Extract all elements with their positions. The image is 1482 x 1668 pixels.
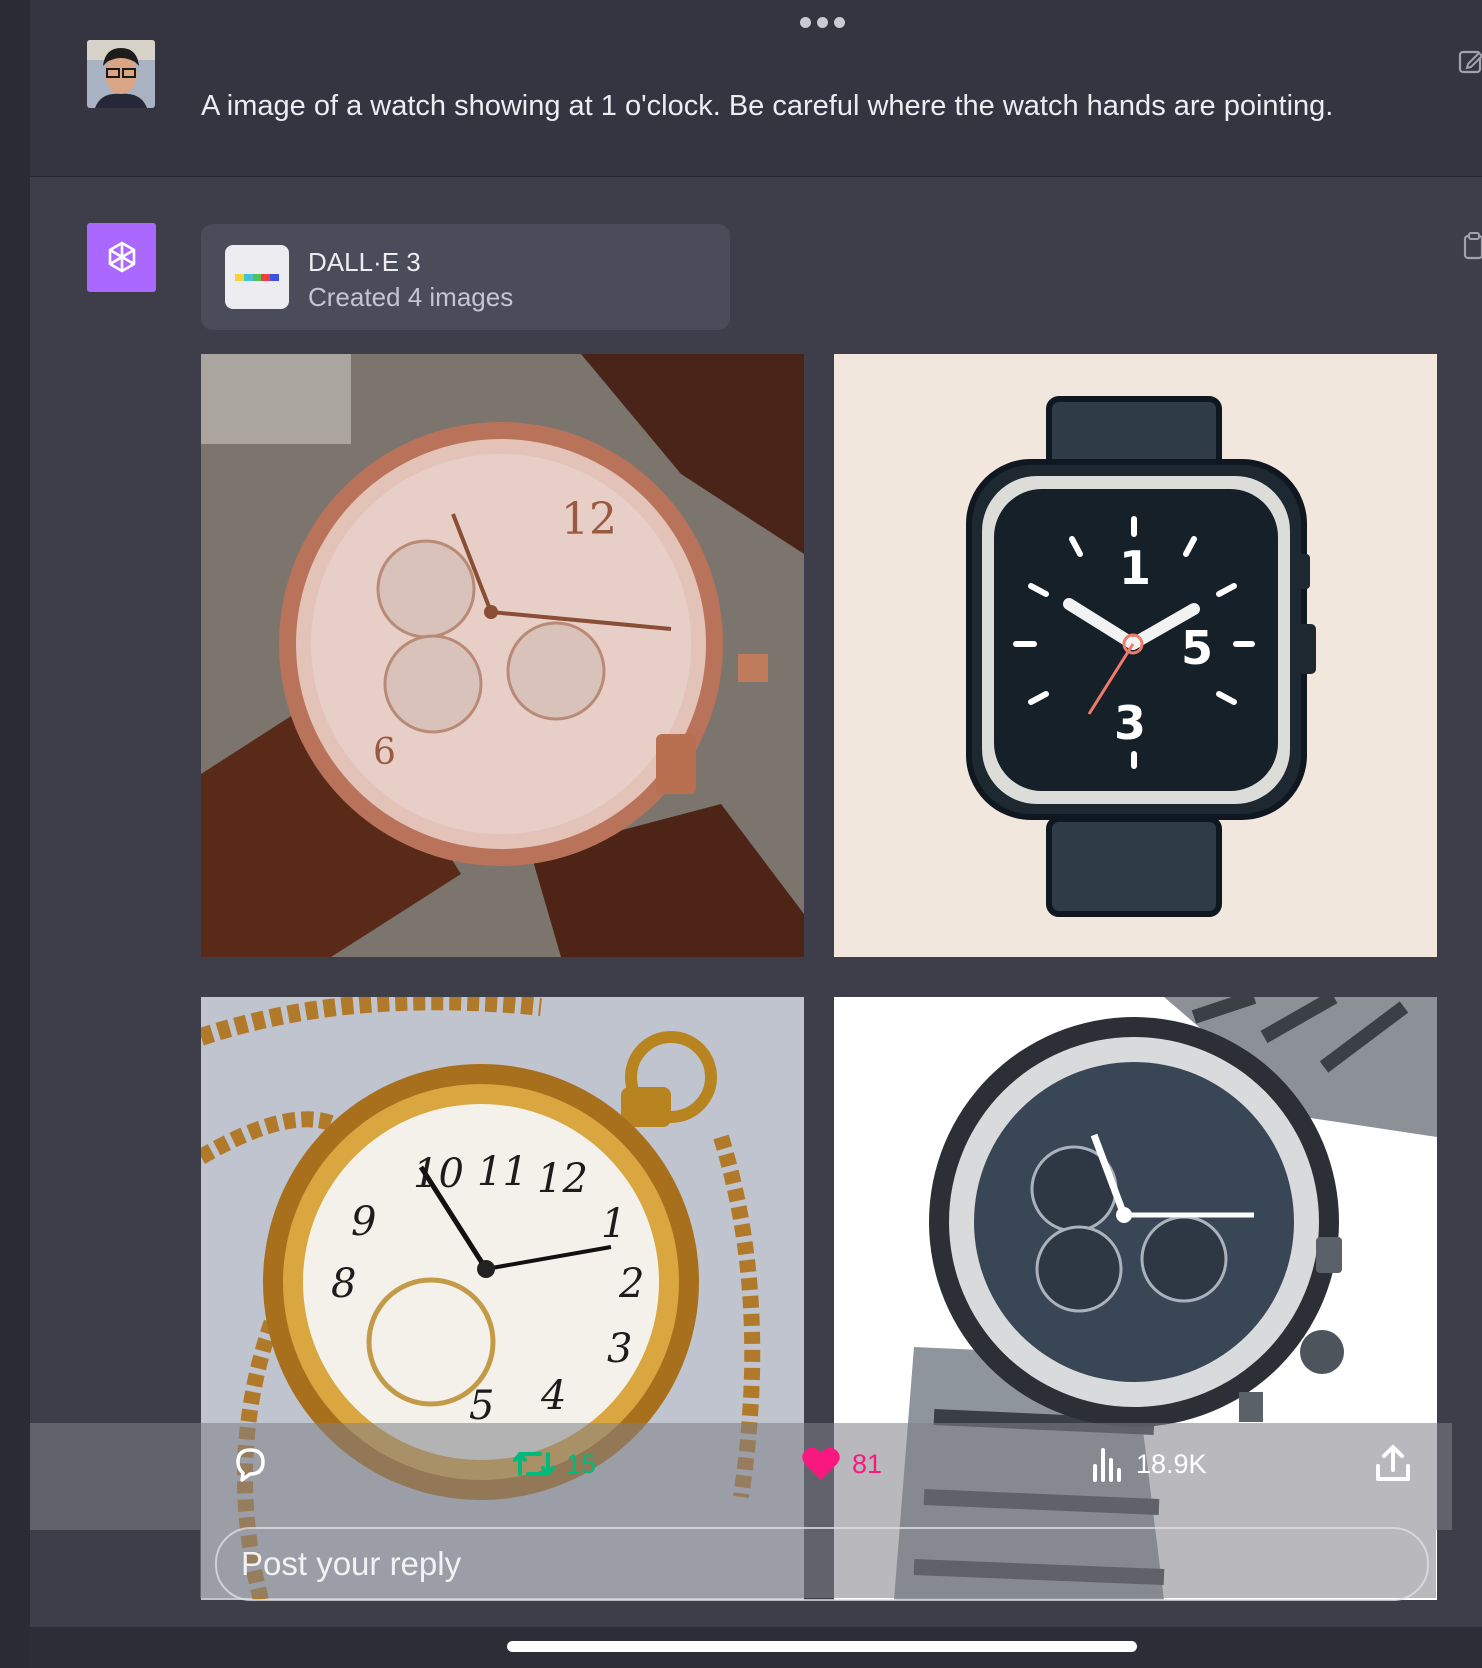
share-button[interactable]: [1374, 1444, 1412, 1484]
retweet-icon: [513, 1452, 555, 1476]
reply-placeholder: Post your reply: [241, 1545, 462, 1582]
generated-image-1[interactable]: 12 6: [201, 354, 804, 957]
svg-text:4: 4: [540, 1373, 566, 1419]
svg-text:1: 1: [1119, 541, 1151, 595]
retweet-button[interactable]: 15: [512, 1444, 596, 1484]
svg-text:2: 2: [618, 1261, 644, 1307]
like-count: 81: [852, 1448, 883, 1479]
dalle-tool-card[interactable]: DALL·E 3 Created 4 images: [201, 224, 730, 330]
reply-input[interactable]: Post your reply: [215, 1527, 1429, 1601]
openai-logo-icon: [87, 223, 156, 292]
views-button[interactable]: 18.9K: [1090, 1444, 1207, 1484]
svg-text:8: 8: [331, 1261, 356, 1307]
svg-text:12: 12: [537, 1156, 588, 1202]
svg-text:3: 3: [1114, 696, 1146, 750]
views-icon: [1093, 1448, 1121, 1482]
edit-icon[interactable]: [1458, 46, 1482, 76]
svg-text:1: 1: [601, 1201, 626, 1247]
share-icon: [1376, 1445, 1410, 1481]
reply-icon: [236, 1448, 265, 1482]
svg-text:5: 5: [1181, 621, 1213, 675]
user-message-row: [30, 0, 1482, 177]
user-prompt-text: A image of a watch showing at 1 o'clock.…: [201, 90, 1334, 122]
home-indicator[interactable]: [507, 1641, 1137, 1652]
retweet-count: 15: [566, 1448, 597, 1479]
like-button[interactable]: 81: [800, 1444, 882, 1484]
views-count: 18.9K: [1136, 1448, 1207, 1479]
left-gutter: [0, 0, 30, 1668]
heart-icon: [802, 1447, 840, 1480]
svg-text:3: 3: [607, 1326, 632, 1372]
svg-text:6: 6: [373, 732, 396, 773]
svg-text:9: 9: [351, 1199, 376, 1245]
more-dots-icon[interactable]: [800, 17, 845, 28]
dalle-title: DALL·E 3: [308, 247, 421, 277]
svg-text:12: 12: [561, 494, 617, 545]
dalle-subtitle: Created 4 images: [308, 282, 514, 312]
dalle-thumbnail-icon: [225, 245, 289, 309]
reply-button[interactable]: [230, 1444, 270, 1484]
user-avatar: [87, 40, 155, 108]
svg-text:11: 11: [477, 1149, 528, 1195]
generated-image-2[interactable]: 1 5 3: [834, 354, 1437, 957]
copy-icon[interactable]: [1462, 230, 1482, 260]
